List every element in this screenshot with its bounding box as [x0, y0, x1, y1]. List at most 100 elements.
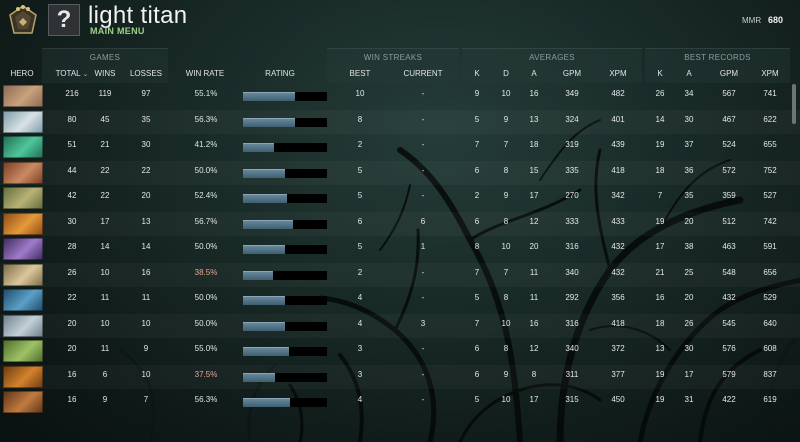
hero-portrait[interactable]	[3, 365, 43, 388]
row-wins: 45	[100, 114, 110, 124]
row-best-assists: 36	[684, 165, 694, 175]
row-win-rate: 50.0%	[194, 165, 218, 175]
col-streak-best[interactable]: BEST	[345, 69, 375, 78]
row-best-xpm: 591	[763, 242, 777, 251]
row-wins: 22	[100, 191, 110, 200]
row-avg-gpm: 340	[565, 344, 579, 353]
row-avg-gpm: 324	[565, 114, 579, 124]
row-avg-xpm: 356	[611, 293, 625, 302]
row-best-assists: 30	[684, 344, 694, 353]
main-menu-link[interactable]: MAIN MENU	[90, 26, 145, 36]
col-avg-deaths[interactable]: D	[500, 69, 512, 78]
row-streak-best: 4	[357, 395, 363, 404]
row-streak-current: -	[421, 140, 425, 149]
hero-portrait[interactable]	[3, 340, 43, 362]
hero-portrait[interactable]	[3, 85, 43, 107]
col-streak-current[interactable]: CURRENT	[400, 69, 446, 78]
table-row[interactable]: 44 22 22 5 - 6 8 15 335 418 18 36 572 752 50.0%	[0, 161, 800, 185]
hero-portrait[interactable]	[3, 161, 43, 184]
hero-portrait[interactable]	[3, 187, 43, 209]
table-row[interactable]: 42 22 20 5 - 2 9 17 270 342 7 35 359 527 52.4%	[0, 186, 800, 210]
row-streak-current: 3	[420, 318, 426, 328]
row-best-xpm: 622	[763, 114, 777, 124]
rating-bar	[243, 398, 327, 407]
row-streak-best: 5	[357, 165, 363, 175]
hero-portrait[interactable]	[3, 289, 43, 311]
rating-bar-fill	[243, 194, 287, 203]
table-row[interactable]: 16 6 10 3 - 6 9 8 311 377 19 17 579 837 37.5%	[0, 365, 800, 389]
table-row[interactable]: 30 17 13 6 6 6 8 12 333 433 19 20 512 742 56.7%	[0, 212, 800, 236]
row-best-xpm: 529	[763, 293, 777, 302]
col-rating[interactable]: RATING	[255, 69, 305, 78]
hero-portrait[interactable]	[3, 391, 43, 413]
row-total: 30	[67, 216, 77, 226]
rating-bar-fill	[243, 143, 274, 152]
table-scrollbar[interactable]	[792, 84, 796, 124]
col-total[interactable]: TOTAL ⌄	[50, 69, 94, 78]
row-avg-assists: 12	[529, 216, 539, 226]
table-row[interactable]: 28 14 14 5 1 8 10 20 316 432 17 38 463 591 50.0%	[0, 237, 800, 261]
col-avg-assists[interactable]: A	[528, 69, 540, 78]
row-best-gpm: 545	[722, 318, 736, 328]
row-win-rate: 50.0%	[194, 318, 218, 328]
row-avg-xpm: 432	[611, 242, 625, 251]
row-losses: 97	[141, 89, 151, 98]
row-avg-deaths: 10	[501, 242, 511, 251]
col-hero[interactable]: HERO	[4, 69, 40, 78]
row-best-xpm: 619	[763, 395, 777, 404]
row-streak-best: 3	[357, 369, 363, 379]
hero-portrait[interactable]	[3, 136, 43, 158]
table-row[interactable]: 216 119 97 10 - 9 10 16 349 482 26 34 567 741 55.1%	[0, 84, 800, 108]
col-best-xpm[interactable]: XPM	[757, 69, 783, 78]
col-best-assists[interactable]: A	[683, 69, 695, 78]
table-row[interactable]: 22 11 11 4 - 5 8 11 292 356 16 20 432 529 50.0%	[0, 288, 800, 312]
col-avg-xpm[interactable]: XPM	[605, 69, 631, 78]
mmr-value: 680	[768, 15, 784, 25]
col-wins[interactable]: WINS	[90, 69, 120, 78]
row-best-gpm: 579	[722, 369, 736, 379]
col-best-kills[interactable]: K	[654, 69, 666, 78]
col-avg-kills[interactable]: K	[471, 69, 483, 78]
row-avg-deaths: 10	[501, 395, 511, 404]
row-wins: 17	[100, 216, 110, 226]
player-avatar[interactable]: ?	[48, 4, 80, 36]
hero-portrait[interactable]	[3, 110, 43, 133]
col-avg-gpm[interactable]: GPM	[559, 69, 585, 78]
row-wins: 119	[98, 89, 112, 98]
row-best-gpm: 512	[722, 216, 736, 226]
row-best-gpm: 567	[722, 89, 736, 98]
row-avg-assists: 8	[531, 369, 537, 379]
row-streak-best: 6	[357, 216, 363, 226]
row-streak-current: -	[421, 395, 425, 404]
col-losses[interactable]: LOSSES	[126, 69, 166, 78]
row-avg-xpm: 418	[611, 165, 625, 175]
row-avg-assists: 17	[529, 395, 539, 404]
table-row[interactable]: 26 10 16 2 - 7 7 11 340 432 21 25 548 656 38.5%	[0, 263, 800, 287]
row-best-gpm: 467	[722, 114, 736, 124]
row-best-assists: 31	[684, 395, 694, 404]
row-avg-xpm: 433	[611, 216, 625, 226]
row-avg-gpm: 292	[565, 293, 579, 302]
table-row[interactable]: 16 9 7 4 - 5 10 17 315 450 19 31 422 619 56.3%	[0, 390, 800, 414]
rating-bar	[243, 168, 327, 178]
hero-portrait[interactable]	[3, 314, 43, 337]
row-best-kills: 17	[655, 242, 665, 251]
row-total: 16	[67, 395, 77, 404]
col-win-rate[interactable]: WIN RATE	[180, 69, 230, 78]
row-avg-kills: 7	[474, 267, 480, 277]
table-row[interactable]: 80 45 35 8 - 5 9 13 324 401 14 30 467 622 56.3%	[0, 110, 800, 134]
table-row[interactable]: 51 21 30 2 - 7 7 18 319 439 19 37 524 655 41.2%	[0, 135, 800, 159]
hero-portrait[interactable]	[3, 263, 43, 286]
row-avg-deaths: 8	[503, 216, 509, 226]
table-row[interactable]: 20 10 10 4 3 7 10 16 316 418 18 26 545 640 50.0%	[0, 314, 800, 338]
hero-portrait[interactable]	[3, 238, 43, 260]
hero-portrait[interactable]	[3, 212, 43, 235]
row-streak-current: 6	[420, 216, 426, 226]
row-losses: 14	[141, 242, 151, 251]
col-best-gpm[interactable]: GPM	[716, 69, 742, 78]
row-avg-xpm: 401	[611, 114, 625, 124]
row-best-gpm: 422	[722, 395, 736, 404]
row-best-kills: 21	[655, 267, 665, 277]
table-row[interactable]: 20 11 9 3 - 6 8 12 340 372 13 30 576 608 55.0%	[0, 339, 800, 363]
row-avg-assists: 16	[529, 89, 539, 98]
